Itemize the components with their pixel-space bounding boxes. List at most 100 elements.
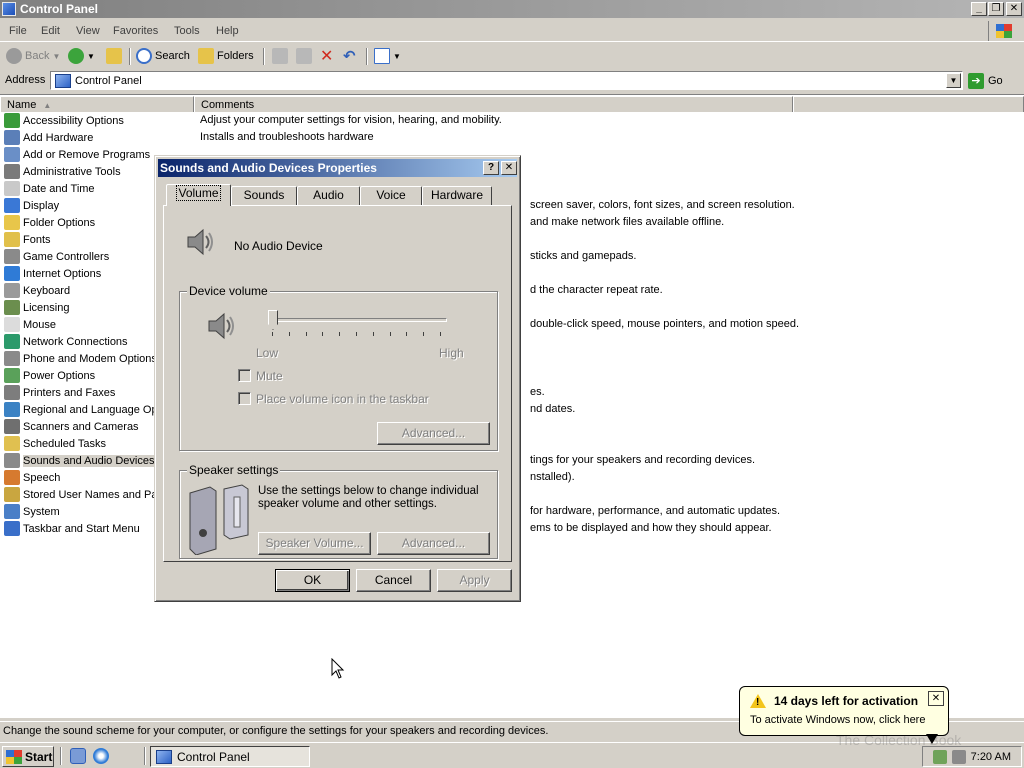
start-button[interactable]: Start [2,746,54,767]
list-item-comment: tings for your speakers and recording de… [530,454,756,466]
mute-label: Mute [256,369,283,383]
control-panel-item-icon [4,266,20,281]
forward-button[interactable]: ▼ [68,48,95,64]
list-item[interactable]: Accessibility Options [4,112,194,129]
control-panel-item-icon [4,300,20,315]
slider-tick [406,332,408,336]
cancel-button[interactable]: Cancel [356,569,431,592]
tab-volume[interactable]: Volume [166,184,231,206]
control-panel-item-icon [4,232,20,247]
copy-to-button[interactable] [296,48,312,64]
address-label: Address [5,74,46,86]
control-panel-item-icon [4,470,20,485]
list-item-comment: sticks and gamepads. [530,250,637,262]
speaker-icon [187,228,213,256]
menu-favorites[interactable]: Favorites [113,25,158,37]
dialog-help-button[interactable]: ? [483,161,499,175]
taskbar-item-control-panel[interactable]: Control Panel [150,746,310,767]
dialog-titlebar[interactable]: Sounds and Audio Devices Properties ? ✕ [158,159,517,177]
status-text: Change the sound scheme for your compute… [3,725,549,737]
up-folder-button[interactable] [106,48,122,64]
list-item-comment: screen saver, colors, font sizes, and sc… [530,199,795,211]
apply-button[interactable]: Apply [437,569,512,592]
list-item-comment: Adjust your computer settings for vision… [200,114,502,126]
volume-slider-track[interactable] [272,318,447,322]
undo-button[interactable]: ↶ [343,48,356,65]
menu-bar: File Edit View Favorites Tools Help [0,20,1024,42]
column-header-comments[interactable]: Comments [194,96,793,113]
back-button[interactable]: Back ▼ [6,48,60,64]
window-title: Control Panel [20,2,99,16]
balloon-close-button[interactable]: ✕ [928,691,944,706]
speaker-settings-label: Speaker settings [187,463,281,477]
volume-tab-panel: No Audio Device Device volume Low High M… [163,205,512,562]
go-button[interactable]: ➔ Go [968,73,1003,89]
volume-advanced-button[interactable]: Advanced... [377,422,490,445]
tab-voice[interactable]: Voice [360,186,422,205]
quicklaunch-explorer-icon[interactable] [70,748,86,764]
speaker-volume-button[interactable]: Speaker Volume... [258,532,371,555]
activation-balloon[interactable]: ! 14 days left for activation To activat… [739,686,949,736]
windows-flag-icon [6,749,22,764]
speaker-help-line-1: Use the settings below to change individ… [258,485,479,497]
slider-tick [372,332,374,336]
address-bar: Address Control Panel ▼ ➔ Go [0,70,1024,91]
window-titlebar[interactable]: Control Panel [0,0,1024,18]
quicklaunch-internet-explorer-icon[interactable] [93,748,109,764]
control-panel-item-icon [4,453,20,468]
control-panel-item-icon [4,487,20,502]
network-icon[interactable] [951,749,966,764]
list-item-comment: nd dates. [530,403,576,415]
minimize-button[interactable]: _ [971,2,987,16]
tab-sounds[interactable]: Sounds [231,186,297,205]
balloon-body[interactable]: To activate Windows now, click here [750,714,925,726]
menu-edit[interactable]: Edit [41,25,60,37]
clock[interactable]: 7:20 AM [971,751,1011,763]
list-item-comment: double-click speed, mouse pointers, and … [530,318,800,330]
control-panel-item-icon [4,317,20,332]
go-arrow-icon: ➔ [968,73,984,89]
menu-help[interactable]: Help [216,25,239,37]
column-header-name[interactable]: Name ▲ [0,96,194,113]
activation-key-icon[interactable] [932,749,947,764]
copy-to-icon [296,48,312,64]
ok-button[interactable]: OK [275,569,350,592]
folders-icon [198,48,214,64]
dialog-close-button[interactable]: ✕ [501,161,517,175]
control-panel-icon [156,749,172,764]
sounds-audio-dialog: Sounds and Audio Devices Properties ? ✕ … [154,155,521,602]
list-item-comment: Installs and troubleshoots hardware [200,131,374,143]
restore-button[interactable]: ❐ [988,2,1004,16]
windows-logo [988,21,1016,41]
speaker-advanced-button[interactable]: Advanced... [377,532,490,555]
search-button[interactable]: Search [136,48,190,64]
control-panel-item-icon [4,334,20,349]
control-panel-item-icon [4,351,20,366]
forward-arrow-icon [68,48,84,64]
control-panel-item-icon [4,385,20,400]
move-to-button[interactable] [272,48,288,64]
menu-view[interactable]: View [76,25,100,37]
views-button[interactable]: ▼ [374,48,401,64]
menu-tools[interactable]: Tools [174,25,200,37]
close-button[interactable]: ✕ [1006,2,1022,16]
tab-audio[interactable]: Audio [297,186,360,205]
system-tray: 7:20 AM [922,746,1022,767]
volume-slider-thumb[interactable] [268,310,278,330]
address-dropdown-button[interactable]: ▼ [946,73,961,88]
folders-button[interactable]: Folders [198,48,254,64]
menu-file[interactable]: File [9,25,27,37]
place-volume-icon-checkbox[interactable] [238,392,251,405]
list-item-comment: for hardware, performance, and automatic… [530,505,781,517]
slider-tick [305,332,307,336]
address-input[interactable]: Control Panel ▼ [50,71,963,90]
delete-button[interactable]: ✕ [320,48,333,65]
list-item[interactable]: Add Hardware [4,129,194,146]
slider-tick [440,332,441,336]
control-panel-item-icon [4,198,20,213]
tab-hardware[interactable]: Hardware [422,186,492,205]
list-item-comment: and make network files available offline… [530,216,725,228]
mute-checkbox[interactable] [238,369,251,382]
dialog-title: Sounds and Audio Devices Properties [160,161,377,175]
control-panel-item-icon [4,249,20,264]
